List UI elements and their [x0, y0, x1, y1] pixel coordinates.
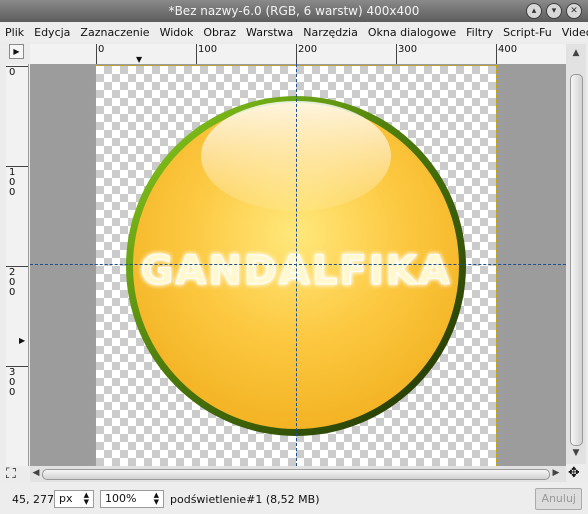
ruler-tick	[196, 44, 197, 64]
ruler-label: 0	[9, 67, 16, 78]
quick-mask-icon[interactable]: ⛶	[6, 466, 16, 482]
scroll-down-icon[interactable]: ▼	[570, 448, 582, 458]
menubar: Plik Edycja Zaznaczenie Widok Obraz Wars…	[0, 22, 588, 42]
ruler-tick	[96, 44, 97, 64]
pointer-marker-icon: ▼	[136, 55, 143, 64]
status-message: podświetlenie#1 (8,52 MB)	[170, 492, 320, 506]
unit-select[interactable]: px ▲ ▼	[54, 490, 94, 508]
statusbar: 45, 277 px ▲ ▼ 100% ▲ ▼ podświetlenie#1 (8…	[0, 484, 588, 514]
menu-plik[interactable]: Plik	[0, 26, 29, 39]
window-buttons: ▴ ▾ ✕	[526, 3, 582, 19]
ruler-tick	[396, 44, 397, 64]
menu-video[interactable]: Video	[557, 26, 588, 39]
ruler-label: 300	[9, 367, 16, 398]
menu-warstwa[interactable]: Warstwa	[241, 26, 298, 39]
vertical-guide[interactable]	[296, 64, 297, 466]
vertical-scrollbar[interactable]: ▲ ▼	[566, 44, 586, 464]
horizontal-ruler: 0 100 200 300 400 ▼	[30, 44, 566, 65]
zoom-select[interactable]: 100% ▲ ▼	[100, 490, 164, 508]
window-titlebar: *Bez nazwy-6.0 (RGB, 6 warstw) 400x400 ▴…	[0, 0, 588, 22]
ruler-label: 300	[398, 44, 418, 55]
menu-okna-dialogowe[interactable]: Okna dialogowe	[363, 26, 461, 39]
menu-edycja[interactable]: Edycja	[29, 26, 75, 39]
horizontal-guide[interactable]	[30, 264, 566, 265]
scroll-right-icon[interactable]: ▶	[550, 468, 562, 478]
spin-arrows-icon: ▲ ▼	[83, 491, 89, 506]
menu-obraz[interactable]: Obraz	[198, 26, 241, 39]
ruler-label: 0	[98, 44, 105, 55]
spin-arrows-icon: ▲ ▼	[153, 491, 159, 506]
maximize-icon[interactable]: ▾	[546, 3, 562, 19]
vertical-scroll-thumb[interactable]	[570, 74, 583, 446]
ruler-label: 100	[9, 167, 16, 198]
menu-widok[interactable]: Widok	[155, 26, 199, 39]
pointer-marker-icon: ▶	[19, 336, 26, 345]
canvas-area[interactable]: GANDALFIKA	[30, 64, 566, 466]
ruler-label: 200	[298, 44, 318, 55]
menu-arrow-icon[interactable]: ▶	[9, 44, 24, 59]
pointer-coordinates: 45, 277	[12, 492, 54, 506]
menu-narzedzia[interactable]: Narzędzia	[298, 26, 363, 39]
zoom-value: 100%	[105, 492, 137, 505]
ruler-label: 100	[198, 44, 218, 55]
unit-value: px	[59, 492, 73, 505]
window-title: *Bez nazwy-6.0 (RGB, 6 warstw) 400x400	[168, 4, 420, 18]
menu-filtry[interactable]: Filtry	[461, 26, 498, 39]
horizontal-scrollbar[interactable]: ◀ ▶	[30, 466, 566, 482]
ruler-label: 400	[498, 44, 518, 55]
ruler-tick	[296, 44, 297, 64]
horizontal-scroll-thumb[interactable]	[42, 469, 550, 480]
vertical-ruler: 0 100 200 300 ▶	[6, 64, 29, 466]
ruler-tick	[496, 44, 497, 64]
menu-script-fu[interactable]: Script-Fu	[498, 26, 557, 39]
cancel-button[interactable]: Anuluj	[535, 488, 582, 510]
navigate-icon[interactable]: ✥	[568, 465, 580, 481]
menu-zaznaczenie[interactable]: Zaznaczenie	[75, 26, 154, 39]
close-icon[interactable]: ✕	[566, 3, 582, 19]
ruler-label: 200	[9, 267, 16, 298]
scroll-left-icon[interactable]: ◀	[30, 468, 42, 478]
minimize-icon[interactable]: ▴	[526, 3, 542, 19]
scroll-up-icon[interactable]: ▲	[570, 48, 582, 58]
